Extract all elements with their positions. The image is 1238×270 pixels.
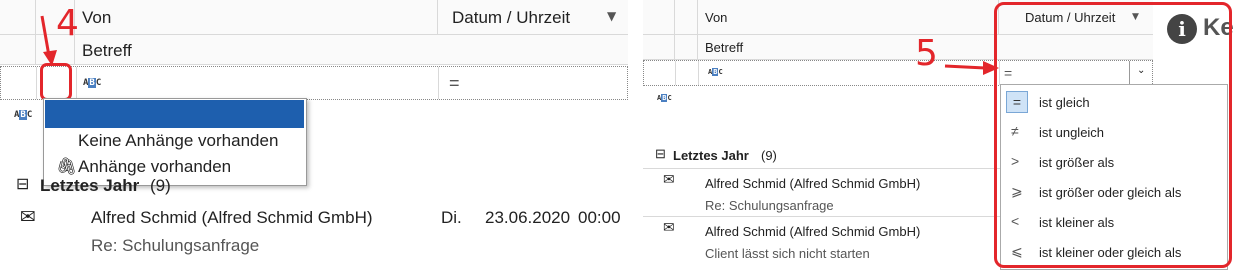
flag-filter-cell[interactable]: [676, 61, 699, 85]
subject-header-row: Betreff: [0, 35, 628, 65]
email-subject: Re: Schulungsanfrage: [705, 198, 834, 213]
dropdown-option-empty[interactable]: [45, 100, 304, 128]
group-header-row[interactable]: ⊟ Letztes Jahr (9): [0, 172, 628, 202]
abc-filter-icon: ABC: [708, 68, 723, 76]
email-row[interactable]: ✉ Alfred Schmid (Alfred Schmid GmbH) Di.…: [0, 202, 628, 264]
abc-filter-icon: ABC: [14, 110, 33, 120]
annotation-number-5: 5: [915, 33, 938, 74]
date-column-separator: [437, 0, 438, 34]
left-panel: Von Datum / Uhrzeit ▼ Betreff ABC = 4 AB…: [0, 0, 628, 270]
envelope-icon: ✉: [20, 206, 36, 228]
header-spacer: [643, 35, 675, 59]
group-count: (9): [761, 148, 777, 163]
image-divider: [628, 0, 643, 270]
email-row[interactable]: ✉ Alfred Schmid (Alfred Schmid GmbH) Cli…: [643, 216, 1003, 264]
collapse-toggle-icon[interactable]: ⊟: [16, 174, 29, 194]
dropdown-option-no-attachments[interactable]: Keine Anhänge vorhanden: [78, 131, 278, 151]
email-subject: Client lässt sich nicht starten: [705, 246, 870, 261]
email-time: 00:00: [578, 208, 621, 227]
email-date: 23.06.2020: [485, 208, 571, 227]
group-count: (9): [150, 176, 171, 195]
column-header-row: Von Datum / Uhrzeit ▼: [0, 0, 628, 35]
email-subject: Re: Schulungsanfrage: [91, 236, 260, 255]
filter-row: ABC =: [0, 66, 628, 100]
attachment-filter-cell[interactable]: [1, 67, 37, 99]
date-column-header[interactable]: Datum / Uhrzeit: [452, 8, 570, 28]
abc-filter-icon: ABC: [83, 78, 102, 88]
from-column-header[interactable]: Von: [705, 10, 727, 25]
abc-filter-icon: ABC: [657, 94, 672, 102]
envelope-icon: ✉: [663, 172, 675, 188]
collapse-toggle-icon[interactable]: ⊟: [655, 146, 666, 162]
sort-down-icon[interactable]: ▼: [607, 9, 616, 23]
from-column-header[interactable]: Von: [82, 8, 111, 28]
annotation-arrow: [40, 15, 57, 66]
filter-operator[interactable]: =: [449, 73, 460, 94]
attachment-column-header[interactable]: [643, 0, 675, 34]
subject-column-header[interactable]: Betreff: [705, 40, 743, 55]
attachment-filter-cell[interactable]: [644, 61, 676, 85]
abc-row: ABC: [643, 86, 1003, 110]
email-sender: Alfred Schmid (Alfred Schmid GmbH): [705, 224, 921, 239]
envelope-icon: ✉: [663, 220, 675, 236]
email-sender: Alfred Schmid (Alfred Schmid GmbH): [705, 176, 921, 191]
flag-column-header[interactable]: [675, 0, 698, 34]
subject-column-header[interactable]: Betreff: [82, 41, 132, 61]
email-day: Di.: [441, 208, 462, 227]
email-sender: Alfred Schmid (Alfred Schmid GmbH): [91, 208, 373, 227]
group-label: Letztes Jahr: [673, 148, 749, 163]
group-header-row[interactable]: ⊟ Letztes Jahr (9): [643, 142, 1003, 169]
email-row[interactable]: ✉ Alfred Schmid (Alfred Schmid GmbH) Re:…: [643, 168, 1003, 217]
header-spacer: [675, 35, 698, 59]
right-panel: Von Datum / Uhrzeit ▼ Betreff ABC = ⌄ AB…: [643, 0, 1238, 270]
group-label: Letztes Jahr: [40, 176, 140, 195]
highlight-box-date-column: [994, 2, 1232, 268]
annotation-arrow: [944, 61, 999, 75]
filter-separator: [438, 67, 439, 99]
